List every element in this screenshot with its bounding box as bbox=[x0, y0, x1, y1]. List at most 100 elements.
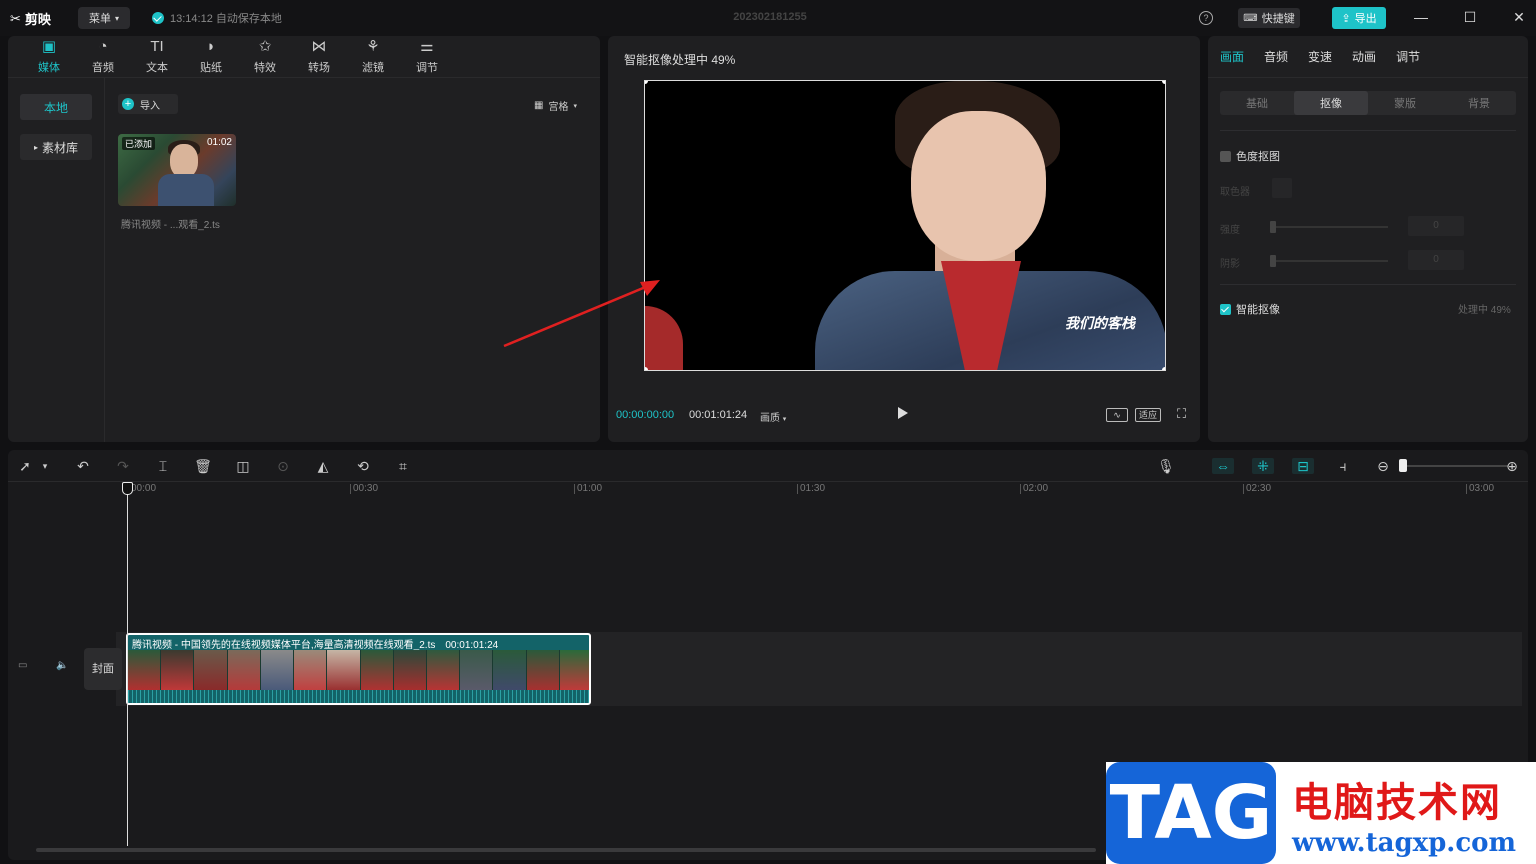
preview-axis-icon[interactable]: ⫞ bbox=[1334, 458, 1352, 474]
crop-icon[interactable]: ⌗ bbox=[394, 458, 412, 474]
video-canvas[interactable]: 我们的客栈 bbox=[644, 80, 1166, 371]
tab-audio[interactable]: 音频 bbox=[1264, 48, 1288, 65]
text-icon: TI bbox=[150, 37, 164, 55]
play-icon[interactable] bbox=[898, 407, 908, 419]
waveform-icon[interactable]: ∿ bbox=[1106, 408, 1128, 422]
strength-slider bbox=[1270, 221, 1388, 233]
timeline-video-clip[interactable]: 腾讯视频 - 中国领先的在线视频媒体平台,海量高清视频在线观看_2.ts 00:0… bbox=[126, 633, 591, 705]
keyboard-icon: ⌨ bbox=[1243, 12, 1258, 24]
zoom-out-icon[interactable]: ⊖ bbox=[1374, 458, 1392, 474]
plus-icon: + bbox=[122, 98, 134, 110]
sidebar-item-library[interactable]: ▸ 素材库 bbox=[20, 134, 92, 160]
ruler-tick: 01:00 bbox=[574, 484, 602, 494]
delete-icon[interactable]: 🗑 bbox=[194, 458, 212, 474]
select-cursor-icon[interactable]: ➚ bbox=[16, 458, 34, 474]
resize-handle[interactable] bbox=[645, 81, 648, 84]
help-icon[interactable]: ? bbox=[1199, 11, 1213, 25]
fullscreen-icon[interactable]: ⛶ bbox=[1177, 406, 1186, 422]
resize-handle[interactable] bbox=[1162, 81, 1165, 84]
audio-icon: ◔ bbox=[98, 37, 108, 55]
track-audio-icon[interactable]: 🔈 bbox=[56, 660, 68, 671]
tab-speed[interactable]: 变速 bbox=[1308, 48, 1332, 65]
shortcut-button[interactable]: ⌨ 快捷键 bbox=[1238, 8, 1300, 28]
tab-picture[interactable]: 画面 bbox=[1220, 48, 1244, 65]
media-panel: ▣ 媒体 ◔ 音频 TI 文本 ◗ 贴纸 ✩ 特效 ⋈ 转场 ⚘ 滤镜 ⚌ 调节 本地 ▸ 素材库… bbox=[8, 36, 600, 442]
view-mode-toggle[interactable]: ▦ 宫格 ▾ bbox=[534, 98, 577, 113]
tab-effects[interactable]: ✩ 特效 bbox=[238, 36, 292, 77]
zoom-slider[interactable] bbox=[1404, 465, 1508, 467]
subtab-background[interactable]: 背景 bbox=[1442, 91, 1516, 115]
media-clip-name: 腾讯视频 - ...观看_2.ts bbox=[121, 220, 220, 231]
redo-icon: ↷ bbox=[117, 458, 129, 474]
reverse-play-icon: ⊙ bbox=[277, 458, 289, 474]
maximize-icon[interactable]: ☐ bbox=[1463, 10, 1477, 24]
subtab-mask[interactable]: 蒙版 bbox=[1368, 91, 1442, 115]
tab-transition[interactable]: ⋈ 转场 bbox=[292, 36, 346, 77]
split-icon[interactable]: ⌶ bbox=[154, 458, 172, 474]
linkage-icon[interactable]: ⊟ bbox=[1292, 458, 1314, 474]
zoom-slider-handle[interactable] bbox=[1399, 459, 1407, 472]
autosave-status: 13:14:12 自动保存本地 bbox=[152, 10, 282, 26]
chevron-down-icon[interactable]: ▾ bbox=[36, 458, 54, 474]
cover-button[interactable]: 封面 bbox=[84, 648, 122, 690]
app-logo: ✂ 剪映 bbox=[10, 10, 51, 28]
tab-animation[interactable]: 动画 bbox=[1352, 48, 1376, 65]
tab-adjust[interactable]: 调节 bbox=[1396, 48, 1420, 65]
main-track-magnet-icon[interactable]: ⇔ bbox=[1212, 458, 1234, 474]
tab-sticker[interactable]: ◗ 贴纸 bbox=[184, 36, 238, 77]
playhead[interactable] bbox=[127, 486, 128, 846]
smart-cutout-checkbox[interactable] bbox=[1220, 303, 1231, 315]
tab-audio[interactable]: ◔ 音频 bbox=[76, 36, 130, 77]
close-icon[interactable]: ✕ bbox=[1512, 10, 1526, 24]
timeline-ruler[interactable]: 00:00 00:30 01:00 01:30 02:00 02:30 03:0… bbox=[8, 482, 1528, 498]
picker-label: 取色器 bbox=[1220, 187, 1250, 198]
watermark-tag: TAG bbox=[1106, 762, 1276, 864]
resize-handle[interactable] bbox=[645, 367, 648, 370]
timeline-scrollbar[interactable] bbox=[36, 848, 1096, 852]
ruler-tick: 02:00 bbox=[1020, 484, 1048, 494]
resize-handle[interactable] bbox=[1162, 367, 1165, 370]
tab-adjust[interactable]: ⚌ 调节 bbox=[400, 36, 454, 77]
undo-icon[interactable]: ↶ bbox=[74, 458, 92, 474]
microphone-icon[interactable]: 🎙 bbox=[1157, 458, 1175, 474]
media-clip-thumbnail[interactable]: 已添加 01:02 bbox=[118, 134, 236, 206]
divider bbox=[1220, 284, 1516, 285]
show-logo: 我们的客栈 bbox=[1065, 315, 1135, 331]
zoom-in-icon[interactable]: ⊕ bbox=[1503, 458, 1521, 474]
rotate-icon[interactable]: ⟲ bbox=[354, 458, 372, 474]
smart-cutout-row[interactable]: 智能抠像 bbox=[1220, 301, 1280, 317]
auto-snap-icon[interactable]: ⁜ bbox=[1252, 458, 1274, 474]
subtab-basic[interactable]: 基础 bbox=[1220, 91, 1294, 115]
ruler-tick: 00:30 bbox=[350, 484, 378, 494]
tab-filter[interactable]: ⚘ 滤镜 bbox=[346, 36, 400, 77]
check-circle-icon bbox=[152, 12, 164, 24]
chevron-down-icon: ▾ bbox=[573, 102, 577, 110]
export-button[interactable]: ⇪ 导出 bbox=[1332, 7, 1386, 29]
project-name[interactable]: 202302181255 bbox=[700, 11, 840, 23]
freeze-icon[interactable]: ◫ bbox=[234, 458, 252, 474]
divider bbox=[1220, 130, 1516, 131]
media-icon: ▣ bbox=[41, 37, 57, 55]
shadow-slider bbox=[1270, 255, 1388, 267]
clip-duration: 01:02 bbox=[206, 137, 232, 148]
playhead-handle[interactable] bbox=[122, 482, 133, 495]
tab-text[interactable]: TI 文本 bbox=[130, 36, 184, 77]
shadow-value: 0 bbox=[1408, 250, 1464, 270]
properties-panel: 画面 音频 变速 动画 调节 基础 抠像 蒙版 背景 色度抠图 取色器 强度 0… bbox=[1208, 36, 1528, 442]
mirror-icon[interactable]: ◭ bbox=[314, 458, 332, 474]
subtab-cutout[interactable]: 抠像 bbox=[1294, 91, 1368, 115]
chroma-key-checkbox[interactable] bbox=[1220, 150, 1231, 162]
sidebar-item-local[interactable]: 本地 bbox=[20, 94, 92, 120]
track-video-icon[interactable]: ▭ bbox=[18, 660, 27, 671]
adjust-icon: ⚌ bbox=[420, 37, 434, 55]
fit-button[interactable]: 适应 bbox=[1135, 408, 1161, 422]
shadow-label: 阴影 bbox=[1220, 259, 1240, 270]
annotation-arrow bbox=[503, 280, 660, 348]
tab-media[interactable]: ▣ 媒体 bbox=[22, 36, 76, 77]
minimize-icon[interactable]: — bbox=[1414, 10, 1428, 24]
menu-button[interactable]: 菜单 ▾ bbox=[78, 7, 130, 29]
quality-dropdown[interactable]: 画质 ▾ bbox=[760, 409, 786, 424]
chroma-key-row[interactable]: 色度抠图 bbox=[1220, 148, 1280, 164]
title-bar: ✂ 剪映 菜单 ▾ 13:14:12 自动保存本地 202302181255 ? ⌨… bbox=[0, 0, 1536, 36]
import-button[interactable]: + 导入 bbox=[118, 94, 178, 114]
